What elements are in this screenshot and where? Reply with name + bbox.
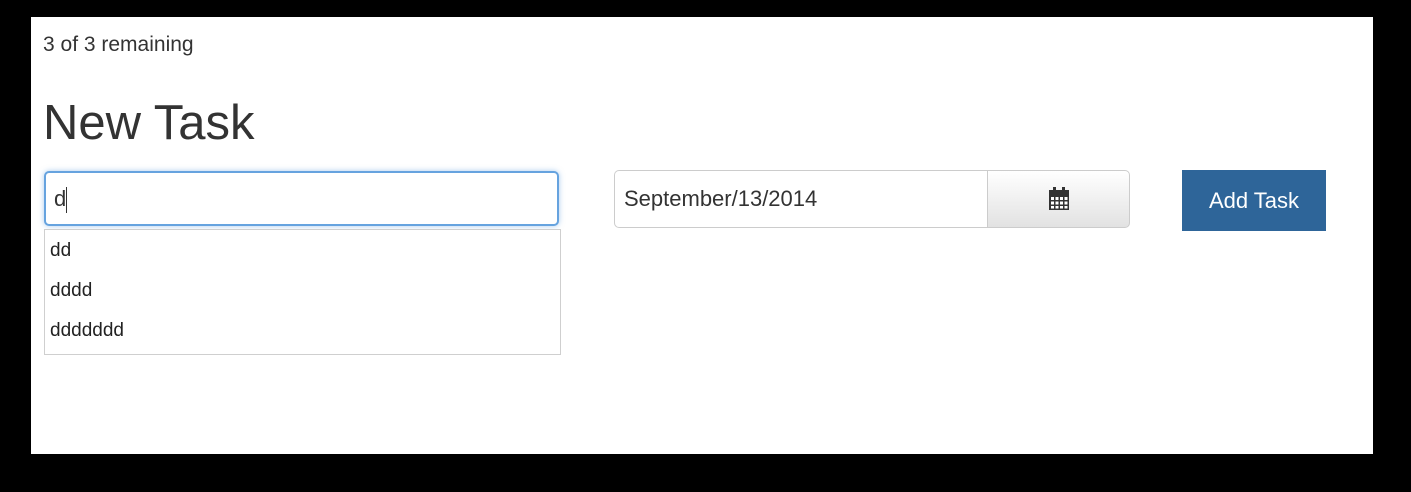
calendar-icon bbox=[1048, 187, 1069, 210]
autocomplete-option[interactable]: ddddddd bbox=[45, 311, 560, 351]
due-date-input[interactable] bbox=[614, 170, 988, 228]
app-viewport: 3 of 3 remaining New Task dd d ddd d ddddd… bbox=[31, 17, 1373, 454]
autocomplete-option[interactable]: dddd bbox=[45, 271, 560, 311]
text-caret bbox=[66, 187, 67, 213]
add-task-button[interactable]: Add Task bbox=[1182, 170, 1326, 231]
calendar-button[interactable] bbox=[987, 170, 1130, 228]
due-date-group bbox=[614, 170, 1130, 228]
autocomplete-dropdown: dd dddd ddddddd bbox=[44, 229, 561, 355]
task-name-input[interactable] bbox=[44, 171, 559, 226]
autocomplete-option[interactable]: dd bbox=[45, 231, 560, 271]
page-title: New Task bbox=[43, 96, 255, 150]
remaining-count: 3 of 3 remaining bbox=[43, 33, 194, 56]
